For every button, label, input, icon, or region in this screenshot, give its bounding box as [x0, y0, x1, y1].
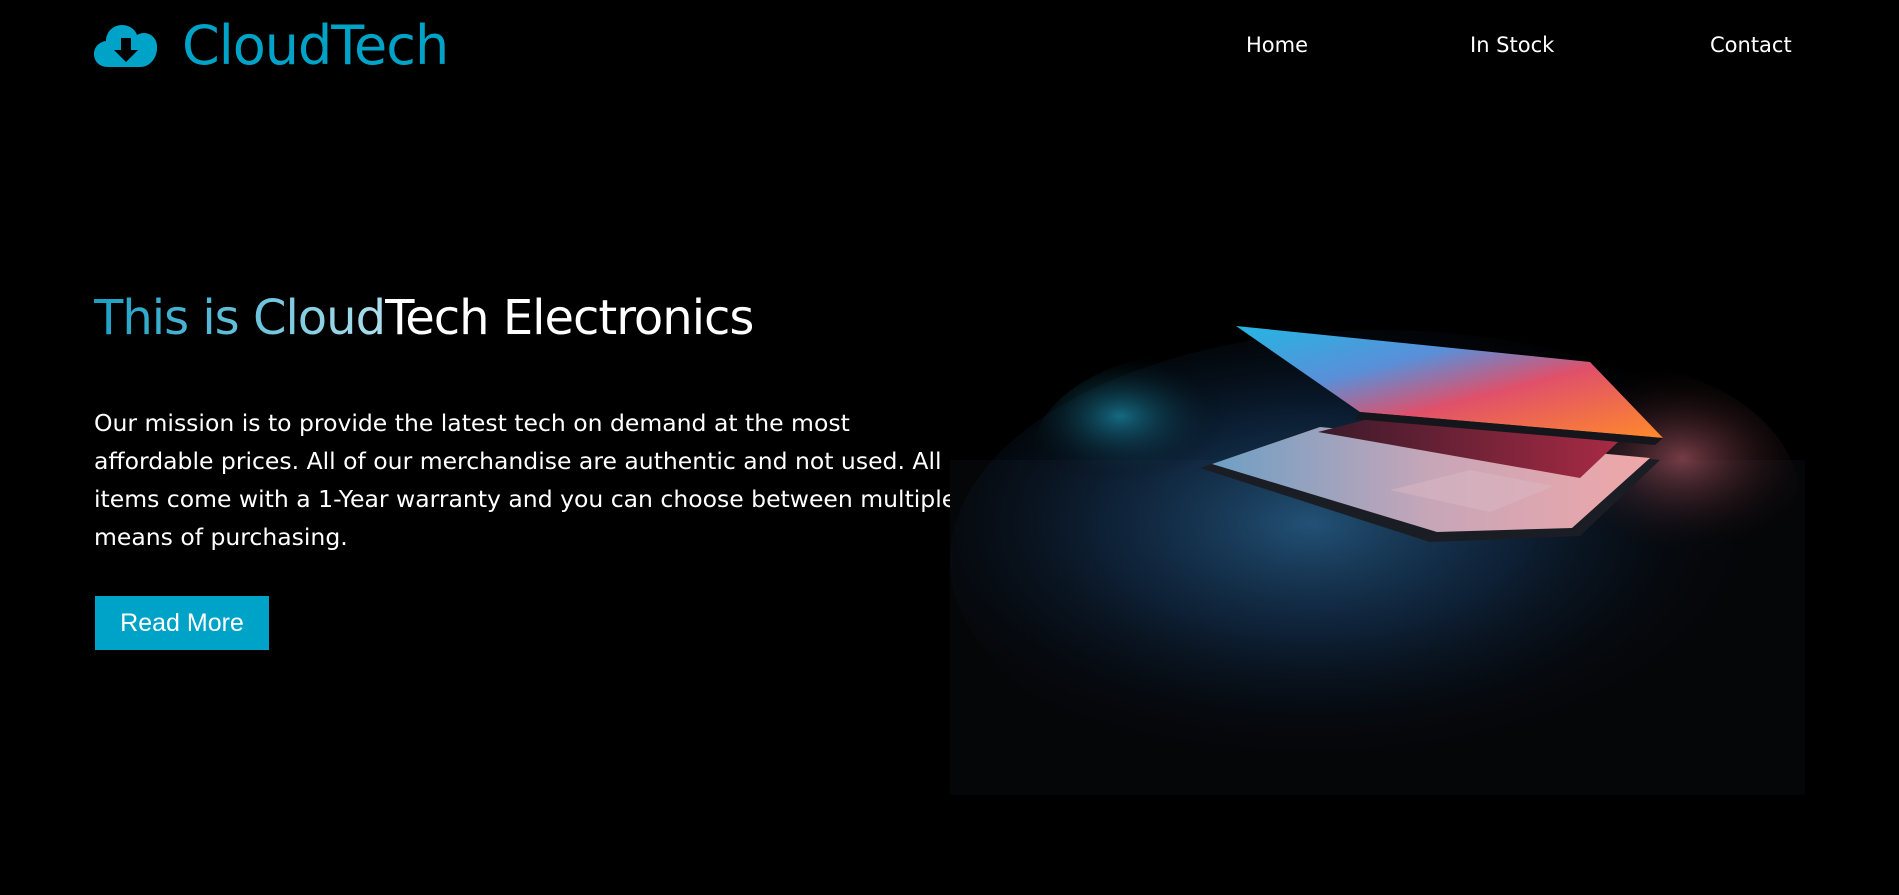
hero-title-part-cloud: Cloud — [252, 290, 386, 346]
nav-link-contact[interactable]: Contact — [1710, 30, 1792, 60]
laptop-photo — [950, 326, 1805, 795]
hero-description: Our mission is to provide the latest tec… — [94, 409, 957, 551]
hero-title: This is CloudTech Electronics — [94, 280, 754, 356]
main-nav: Home In Stock Contact — [0, 30, 1899, 60]
read-more-button[interactable]: Read More — [95, 596, 269, 650]
nav-link-in-stock[interactable]: In Stock — [1470, 30, 1554, 60]
hero-title-part-tech-electronics: Tech Electronics — [385, 290, 754, 346]
nav-link-home[interactable]: Home — [1246, 30, 1308, 60]
hero-title-part-this-is: This is — [94, 290, 253, 346]
site-header: CloudTech Home In Stock Contact — [0, 0, 1899, 95]
